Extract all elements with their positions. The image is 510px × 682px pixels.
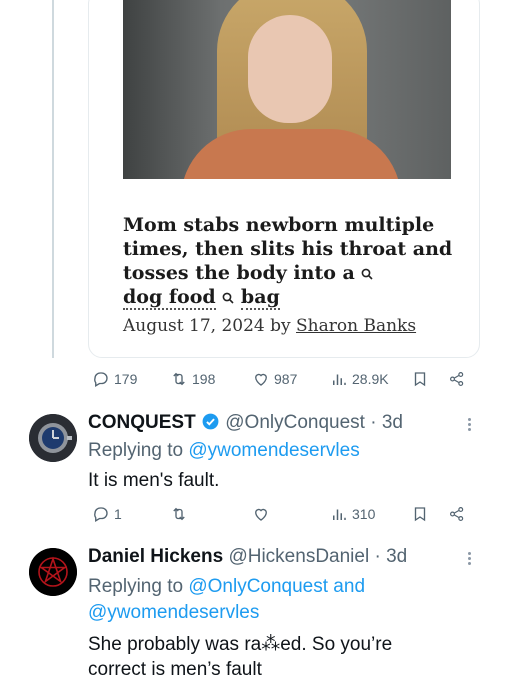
- pentagram-avatar-image: [29, 548, 77, 596]
- article-author[interactable]: Sharon Banks: [296, 316, 416, 336]
- bookmark-icon: [414, 372, 426, 387]
- user-name[interactable]: CONQUEST: [88, 412, 196, 433]
- bookmark-icon: [414, 507, 426, 522]
- headline-link-bag[interactable]: bag: [240, 286, 280, 310]
- user-handle[interactable]: @HickensDaniel: [228, 546, 369, 567]
- reply-count: 179: [114, 371, 138, 387]
- post-time[interactable]: 3d: [386, 546, 407, 567]
- like-button[interactable]: [252, 505, 270, 523]
- search-icon[interactable]: [222, 292, 234, 304]
- like-button[interactable]: 987: [252, 370, 297, 388]
- share-button[interactable]: [448, 505, 466, 523]
- reply-icon: [94, 372, 108, 387]
- user-name[interactable]: Daniel Hickens: [88, 546, 223, 567]
- share-icon: [450, 507, 464, 521]
- views-count: 310: [352, 506, 376, 522]
- replying-to-label: Replying to: [88, 440, 189, 461]
- more-options-icon[interactable]: [468, 550, 474, 568]
- more-options-icon[interactable]: [468, 416, 474, 434]
- watch-avatar-image: [29, 414, 77, 462]
- main-tweet-actions: 179 198 987 28.9K: [0, 370, 510, 392]
- replying-to: Replying to @OnlyConquest and @ywomendes…: [88, 574, 478, 626]
- share-button[interactable]: [448, 370, 466, 388]
- search-icon[interactable]: [361, 268, 374, 280]
- post-time[interactable]: 3d: [382, 412, 403, 433]
- headline-text: Mom stabs newborn multiple times, then s…: [123, 214, 453, 284]
- article-byline: August 17, 2024 by Sharon Banks: [123, 316, 416, 336]
- replying-to-label: Replying to: [88, 576, 189, 597]
- thread-connector-line: [52, 0, 54, 358]
- views-button[interactable]: 310: [330, 505, 375, 523]
- article-card[interactable]: Mom stabs newborn multiple times, then s…: [88, 0, 480, 358]
- views-icon: [333, 374, 346, 385]
- avatar[interactable]: [29, 414, 77, 462]
- reply-button[interactable]: 1: [92, 505, 122, 523]
- like-count: 987: [274, 371, 298, 387]
- reply2-header: Daniel Hickens @HickensDaniel · 3d: [88, 546, 408, 567]
- article-date: August 17, 2024 by: [123, 316, 297, 336]
- avatar[interactable]: [29, 548, 77, 596]
- bookmark-button[interactable]: [411, 505, 429, 523]
- bookmark-button[interactable]: [411, 370, 429, 388]
- views-button[interactable]: 28.9K: [330, 370, 389, 388]
- heart-icon: [255, 373, 267, 386]
- retweet-icon: [173, 372, 185, 386]
- retweet-button[interactable]: [170, 505, 188, 523]
- article-headline: Mom stabs newborn multiple times, then s…: [123, 213, 473, 310]
- reply1-header: CONQUEST @OnlyConquest · 3d: [88, 412, 403, 433]
- reply-count: 1: [114, 506, 122, 522]
- retweet-count: 198: [192, 371, 216, 387]
- replying-to: Replying to @ywomendeservles: [88, 440, 360, 462]
- article-photo: [123, 0, 451, 179]
- views-icon: [333, 509, 346, 520]
- headline-link-dog-food[interactable]: dog food: [123, 286, 216, 310]
- reply-button[interactable]: 179: [92, 370, 137, 388]
- retweet-button[interactable]: 198: [170, 370, 215, 388]
- verified-badge-icon: [202, 413, 219, 430]
- reply-icon: [94, 507, 108, 522]
- heart-icon: [255, 508, 267, 521]
- retweet-icon: [173, 507, 185, 521]
- tweet-text: She probably was ra⁂ed. So you’re correc…: [88, 634, 393, 680]
- replying-to-link[interactable]: @ywomendeservles: [188, 440, 359, 461]
- tweet-text: It is men's fault.: [88, 470, 220, 491]
- views-count: 28.9K: [352, 371, 389, 387]
- reply1-actions: 1 310: [0, 505, 510, 527]
- share-icon: [450, 372, 464, 386]
- user-handle[interactable]: @OnlyConquest: [225, 412, 365, 433]
